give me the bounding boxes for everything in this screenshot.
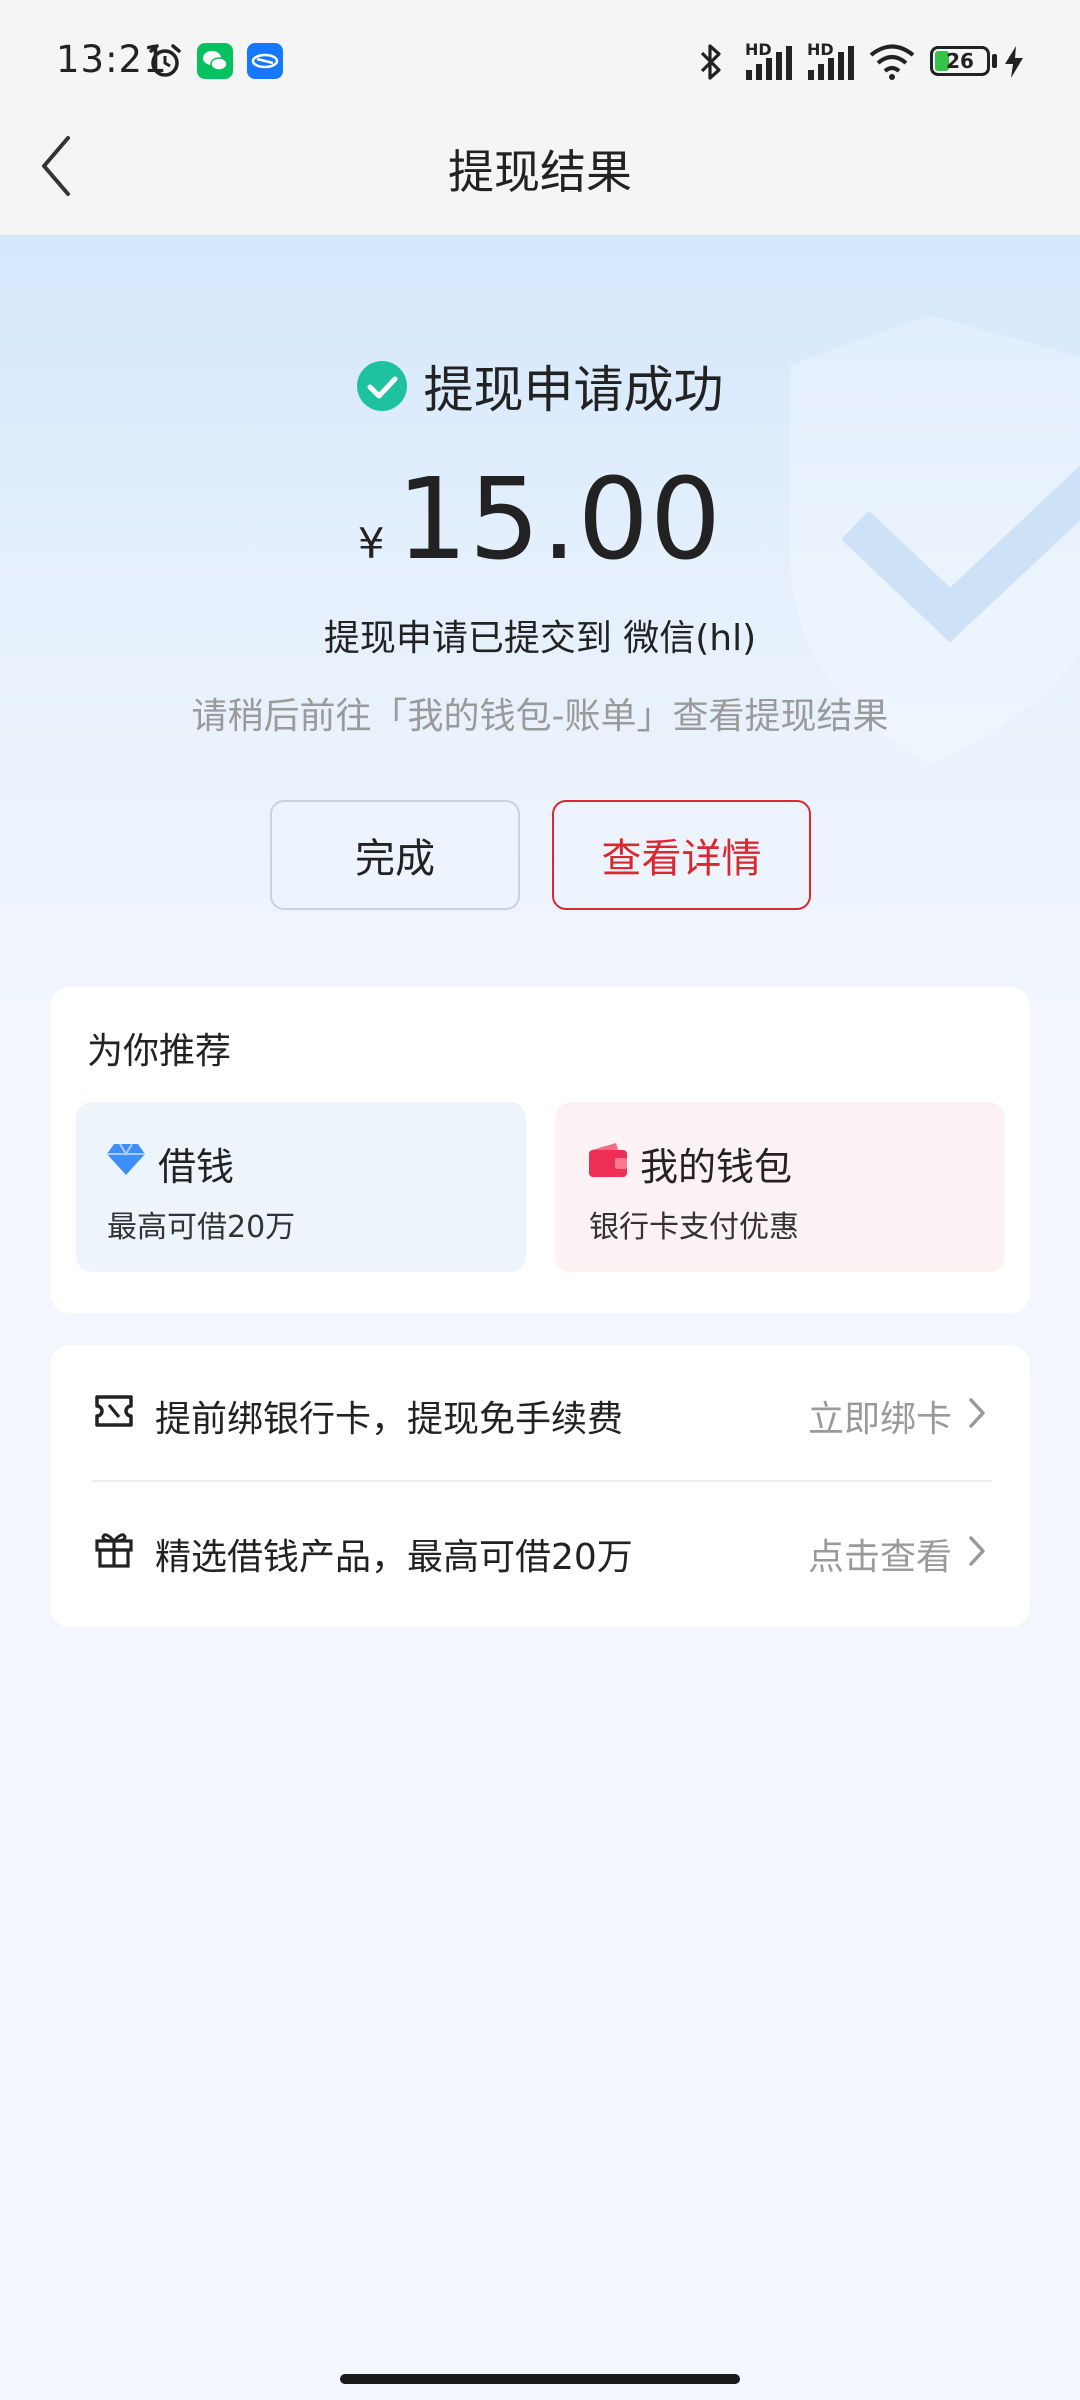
charging-icon	[1005, 46, 1023, 78]
app-icon	[247, 43, 283, 79]
recommend-title: 为你推荐	[87, 1031, 232, 1072]
hint-message: 请稍后前往「我的钱包-账单」查看提现结果	[191, 696, 889, 737]
submitted-message: 提现申请已提交到 微信(hl)	[323, 618, 757, 659]
list-item-link[interactable]: 点击查看	[808, 1528, 952, 1580]
chevron-right-icon	[969, 1536, 985, 1566]
recommend-item-subtitle: 最高可借20万	[107, 1210, 296, 1245]
list-item-link[interactable]: 立即绑卡	[808, 1390, 952, 1442]
success-title: 提现申请成功	[423, 361, 724, 419]
currency-symbol: ¥	[357, 519, 385, 568]
amount: ¥15.00	[0, 455, 1080, 585]
signal-icon	[808, 46, 854, 80]
gift-icon	[95, 1533, 133, 1568]
page-title: 提现结果	[448, 145, 632, 199]
wallet-icon	[589, 1143, 627, 1177]
recommend-item-borrow[interactable]	[76, 1102, 526, 1272]
battery-cap	[992, 54, 997, 68]
wifi-icon	[869, 44, 915, 80]
alarm-icon	[149, 44, 181, 77]
signal-icon	[746, 46, 792, 80]
amount-value: 15.00	[396, 455, 723, 585]
recommend-item-subtitle: 银行卡支付优惠	[589, 1210, 799, 1245]
done-button[interactable]: 完成	[270, 800, 520, 910]
list-item-text: 提前绑银行卡，提现免手续费	[155, 1399, 624, 1440]
battery-level: 26	[946, 49, 974, 73]
ticket-icon	[95, 1395, 133, 1427]
result-title-row: 提现申请成功	[0, 350, 1080, 422]
wechat-icon	[197, 43, 233, 79]
home-indicator[interactable]	[340, 2374, 740, 2384]
view-details-button[interactable]: 查看详情	[552, 800, 811, 910]
list-item-text: 精选借钱产品，最高可借20万	[155, 1537, 633, 1578]
bluetooth-icon	[700, 44, 721, 80]
recommend-item-title: 借钱	[158, 1145, 235, 1189]
recommend-item-title: 我的钱包	[640, 1145, 793, 1189]
battery-icon: 26	[930, 46, 990, 76]
chevron-right-icon	[969, 1398, 985, 1428]
check-circle-icon	[357, 361, 408, 411]
diamond-icon	[107, 1143, 145, 1175]
